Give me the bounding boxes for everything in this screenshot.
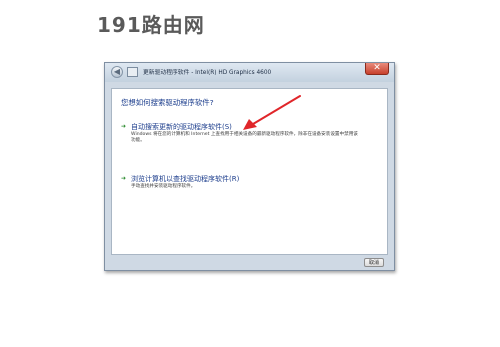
red-annotation-arrow — [243, 95, 301, 130]
